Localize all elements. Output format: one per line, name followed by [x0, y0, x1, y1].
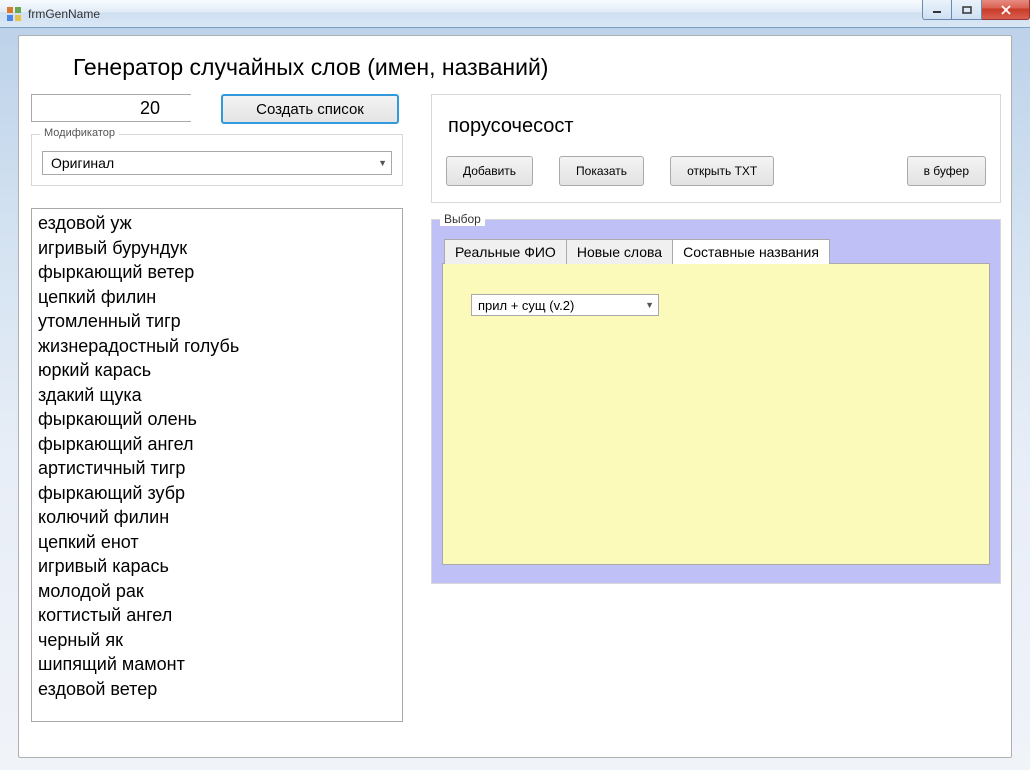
window-controls	[922, 0, 1030, 20]
page-title: Генератор случайных слов (имен, названий…	[19, 36, 1011, 97]
count-row: ▲ ▼ Создать список	[31, 94, 403, 124]
result-panel: порусочесост Добавить Показать открыть T…	[431, 94, 1001, 203]
list-item[interactable]: фыркающий ветер	[34, 260, 400, 285]
list-item[interactable]: шипящий мамонт	[34, 652, 400, 677]
list-item[interactable]: фыркающий зубр	[34, 481, 400, 506]
list-item[interactable]: артистичный тигр	[34, 456, 400, 481]
show-button[interactable]: Показать	[559, 156, 644, 186]
buffer-button[interactable]: в буфер	[907, 156, 986, 186]
chevron-down-icon: ▼	[645, 300, 654, 310]
list-item[interactable]: игривый бурундук	[34, 236, 400, 261]
list-item[interactable]: цепкий филин	[34, 285, 400, 310]
tab-1[interactable]: Новые слова	[566, 239, 673, 264]
left-column: ▲ ▼ Создать список Модификатор Оригинал …	[31, 94, 403, 722]
close-button[interactable]	[982, 0, 1030, 20]
titlebar: frmGenName	[0, 0, 1030, 28]
list-item[interactable]: ездовой уж	[34, 211, 400, 236]
choice-legend: Выбор	[440, 212, 485, 226]
maximize-button[interactable]	[952, 0, 982, 20]
count-spinner[interactable]: ▲ ▼	[31, 94, 191, 122]
list-item[interactable]: молодой рак	[34, 579, 400, 604]
modifier-value: Оригинал	[51, 155, 114, 171]
choice-group: Выбор Реальные ФИОНовые словаСоставные н…	[431, 219, 1001, 584]
modifier-combo[interactable]: Оригинал ▼	[42, 151, 392, 175]
minimize-button[interactable]	[922, 0, 952, 20]
list-item[interactable]: юркий карась	[34, 358, 400, 383]
app-icon	[6, 6, 22, 22]
result-button-row: Добавить Показать открыть TXT в буфер	[446, 156, 986, 186]
open-txt-button[interactable]: открыть TXT	[670, 156, 774, 186]
word-listbox[interactable]: ездовой ужигривый бурундукфыркающий вете…	[31, 208, 403, 722]
create-list-button[interactable]: Создать список	[221, 94, 399, 124]
list-item[interactable]: когтистый ангел	[34, 603, 400, 628]
list-item[interactable]: утомленный тигр	[34, 309, 400, 334]
list-item[interactable]: ездовой ветер	[34, 677, 400, 702]
add-button[interactable]: Добавить	[446, 156, 533, 186]
chevron-down-icon: ▼	[378, 158, 387, 168]
right-column: порусочесост Добавить Показать открыть T…	[431, 94, 1001, 584]
main-panel: Генератор случайных слов (имен, названий…	[18, 35, 1012, 758]
list-item[interactable]: здакий щука	[34, 383, 400, 408]
list-item[interactable]: цепкий енот	[34, 530, 400, 555]
tab-2[interactable]: Составные названия	[672, 239, 830, 264]
list-item[interactable]: жизнерадостный голубь	[34, 334, 400, 359]
modifier-group: Модификатор Оригинал ▼	[31, 134, 403, 186]
list-item[interactable]: фыркающий олень	[34, 407, 400, 432]
modifier-legend: Модификатор	[40, 127, 119, 139]
window-title: frmGenName	[28, 7, 100, 21]
list-item[interactable]: колючий филин	[34, 505, 400, 530]
scheme-combo[interactable]: прил + сущ (v.2) ▼	[471, 294, 659, 316]
tab-0[interactable]: Реальные ФИО	[444, 239, 567, 264]
list-item[interactable]: игривый карась	[34, 554, 400, 579]
tab-body: прил + сущ (v.2) ▼	[442, 263, 990, 565]
tab-strip: Реальные ФИОНовые словаСоставные названи…	[444, 238, 990, 263]
list-item[interactable]: черный як	[34, 628, 400, 653]
list-item[interactable]: фыркающий ангел	[34, 432, 400, 457]
scheme-combo-value: прил + сущ (v.2)	[478, 298, 574, 313]
result-text: порусочесост	[446, 107, 986, 156]
